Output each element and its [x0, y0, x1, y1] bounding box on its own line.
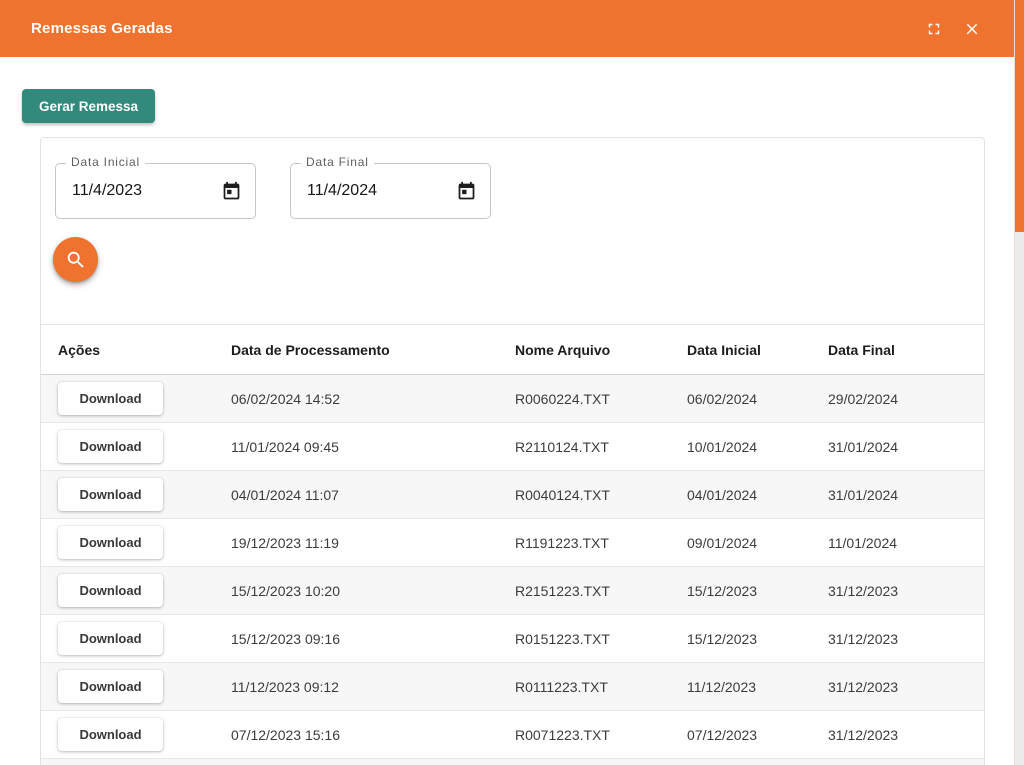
- download-button[interactable]: Download: [58, 478, 163, 511]
- data-final-value[interactable]: 11/4/2024: [307, 182, 377, 200]
- search-button[interactable]: [53, 237, 98, 282]
- remessas-geradas-modal: Remessas Geradas Gerar Remessa Data Inic…: [0, 0, 1024, 765]
- cell-file-name: R0040124.TXT: [515, 487, 687, 503]
- cell-end-date: 31/12/2023: [828, 727, 984, 743]
- cell-processed-at: 15/12/2023 09:16: [231, 631, 515, 647]
- data-inicial-datepicker-button[interactable]: [218, 178, 244, 204]
- calendar-icon: [456, 181, 477, 202]
- cell-file-name: R0071223.TXT: [515, 727, 687, 743]
- table-row: Download 11/01/2024 09:45 R2110124.TXT 1…: [41, 423, 984, 471]
- cell-file-name: R0111223.TXT: [515, 679, 687, 695]
- table-row: Download 07/12/2023 15:16 R0071223.TXT 0…: [41, 711, 984, 759]
- cell-start-date: 15/12/2023: [687, 583, 828, 599]
- gerar-remessa-button[interactable]: Gerar Remessa: [22, 89, 155, 123]
- cell-processed-at: 19/12/2023 11:19: [231, 535, 515, 551]
- col-header-data-final: Data Final: [828, 342, 984, 358]
- scrollbar-track[interactable]: [1014, 0, 1024, 765]
- download-button[interactable]: Download: [58, 526, 163, 559]
- cell-start-date: 04/01/2024: [687, 487, 828, 503]
- download-button[interactable]: Download: [58, 382, 163, 415]
- modal-title: Remessas Geradas: [31, 20, 173, 37]
- col-header-nome-arquivo: Nome Arquivo: [515, 342, 687, 358]
- table-row: Download 11/12/2023 09:12 R0111223.TXT 1…: [41, 663, 984, 711]
- cell-end-date: 31/12/2023: [828, 583, 984, 599]
- data-inicial-label: Data Inicial: [66, 155, 145, 169]
- data-final-datepicker-button[interactable]: [453, 178, 479, 204]
- close-button[interactable]: [956, 13, 988, 45]
- cell-file-name: R2110124.TXT: [515, 439, 687, 455]
- cell-start-date: 07/12/2023: [687, 727, 828, 743]
- download-button[interactable]: Download: [58, 430, 163, 463]
- table-row: Download 04/01/2024 11:07 R0040124.TXT 0…: [41, 471, 984, 519]
- close-icon: [963, 20, 981, 38]
- data-inicial-field[interactable]: Data Inicial 11/4/2023: [55, 163, 256, 219]
- search-icon: [65, 249, 87, 271]
- cell-end-date: 11/01/2024: [828, 535, 984, 551]
- filters-section: Data Inicial 11/4/2023 Data Final 11/4/2…: [41, 138, 984, 325]
- titlebar-actions: [918, 0, 988, 57]
- scrollbar-thumb[interactable]: [1015, 0, 1024, 232]
- cell-processed-at: 04/01/2024 11:07: [231, 487, 515, 503]
- table-row: Download 15/12/2023 10:20 R2151223.TXT 1…: [41, 567, 984, 615]
- cell-file-name: R0060224.TXT: [515, 391, 687, 407]
- fullscreen-button[interactable]: [918, 13, 950, 45]
- cell-processed-at: 11/12/2023 09:12: [231, 679, 515, 695]
- calendar-icon: [221, 181, 242, 202]
- cell-end-date: 29/02/2024: [828, 391, 984, 407]
- col-header-data-inicial: Data Inicial: [687, 342, 828, 358]
- cell-end-date: 31/12/2023: [828, 679, 984, 695]
- table-row: Download 19/12/2023 11:19 R1191223.TXT 0…: [41, 519, 984, 567]
- cell-processed-at: 15/12/2023 10:20: [231, 583, 515, 599]
- fullscreen-icon: [925, 20, 943, 38]
- data-inicial-value[interactable]: 11/4/2023: [72, 182, 142, 200]
- col-header-data-processamento: Data de Processamento: [231, 342, 515, 358]
- remessas-table: Ações Data de Processamento Nome Arquivo…: [41, 325, 984, 765]
- cell-end-date: 31/01/2024: [828, 487, 984, 503]
- cell-file-name: R0151223.TXT: [515, 631, 687, 647]
- cell-start-date: 10/01/2024: [687, 439, 828, 455]
- table-row: Download 06/02/2024 14:52 R0060224.TXT 0…: [41, 375, 984, 423]
- cell-file-name: R1191223.TXT: [515, 535, 687, 551]
- cell-processed-at: 06/02/2024 14:52: [231, 391, 515, 407]
- download-button[interactable]: Download: [58, 574, 163, 607]
- table-header-row: Ações Data de Processamento Nome Arquivo…: [41, 325, 984, 375]
- cell-start-date: 09/01/2024: [687, 535, 828, 551]
- cell-start-date: 06/02/2024: [687, 391, 828, 407]
- data-final-field[interactable]: Data Final 11/4/2024: [290, 163, 491, 219]
- download-button[interactable]: Download: [58, 670, 163, 703]
- cell-start-date: 15/12/2023: [687, 631, 828, 647]
- download-button[interactable]: Download: [58, 718, 163, 751]
- cell-end-date: 31/01/2024: [828, 439, 984, 455]
- cell-file-name: R2151223.TXT: [515, 583, 687, 599]
- cell-start-date: 11/12/2023: [687, 679, 828, 695]
- col-header-acoes: Ações: [58, 342, 231, 358]
- remessas-card: Data Inicial 11/4/2023 Data Final 11/4/2…: [40, 137, 985, 765]
- table-row-partial: [41, 759, 984, 765]
- download-button[interactable]: Download: [58, 622, 163, 655]
- cell-processed-at: 11/01/2024 09:45: [231, 439, 515, 455]
- table-row: Download 15/12/2023 09:16 R0151223.TXT 1…: [41, 615, 984, 663]
- data-final-label: Data Final: [301, 155, 374, 169]
- modal-titlebar: Remessas Geradas: [0, 0, 1014, 57]
- cell-end-date: 31/12/2023: [828, 631, 984, 647]
- cell-processed-at: 07/12/2023 15:16: [231, 727, 515, 743]
